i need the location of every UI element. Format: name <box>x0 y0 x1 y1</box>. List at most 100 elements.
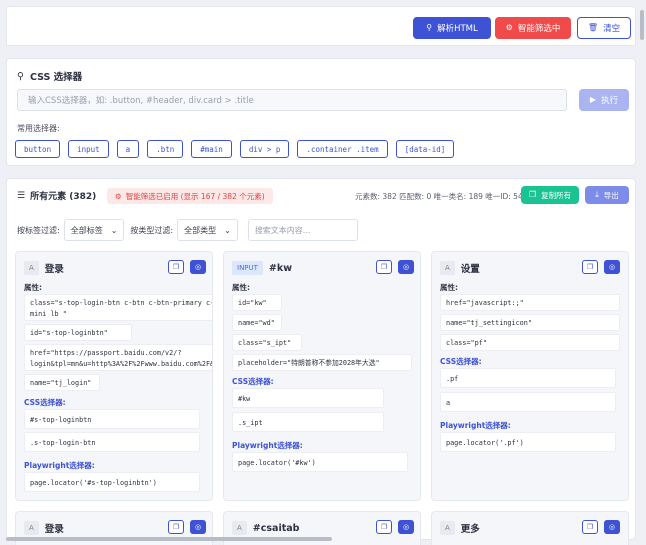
smart-filter-button[interactable]: ⚙ 智能筛选中 <box>495 17 571 39</box>
card-header: A 更多 <box>440 520 480 536</box>
card-header: A 登录 <box>24 520 64 536</box>
elements-title: ☰ 所有元素 (382) <box>17 189 97 203</box>
tag-filter-label: 按标签过滤: <box>17 225 60 235</box>
execute-label: 执行 <box>601 96 619 106</box>
css-selector-placeholder: 输入CSS选择器，如: .button, #header, div.card >… <box>28 96 254 106</box>
robot-icon: ⚙ <box>115 191 122 201</box>
copy-icon[interactable]: ❐ <box>582 260 598 274</box>
attribute-value: class="s-top-login-btn c-btn c-btn-prima… <box>24 294 212 321</box>
selector-chip[interactable]: a <box>116 140 140 158</box>
locate-icon[interactable]: ◎ <box>190 260 206 274</box>
selector-chip[interactable]: .container .item <box>297 140 388 158</box>
selector-chip[interactable]: button <box>15 140 61 158</box>
css-selector-value[interactable]: #kw <box>232 388 384 408</box>
smart-filter-status-text: 智能筛选已启用 (显示 167 / 382 个元素) <box>125 191 265 201</box>
playwright-selector-value[interactable]: page.locator('#s-top-loginbtn') <box>24 472 200 492</box>
chevron-down-icon: ⌄ <box>110 225 118 235</box>
copy-icon[interactable]: ❐ <box>376 520 392 534</box>
copy-all-button[interactable]: ❐ 复制所有 <box>521 186 579 204</box>
card-header: INPUT #kw <box>232 260 292 276</box>
attributes-label: 属性: <box>24 283 42 292</box>
clear-button[interactable]: 🗑 清空 <box>577 17 631 39</box>
card-header: A #csaitab <box>232 520 299 536</box>
parse-html-button[interactable]: ⚲ 解析HTML <box>413 17 491 39</box>
attribute-value: class="pf" <box>440 334 620 351</box>
tag-filter-select[interactable]: 全部标签 ⌄ <box>63 219 125 241</box>
css-selector-value[interactable]: #s-top-loginbtn <box>24 409 200 429</box>
card-title: 更多 <box>460 524 480 535</box>
vertical-scrollbar[interactable] <box>640 10 644 40</box>
css-selectors-label: CSS选择器: <box>232 377 274 386</box>
search-icon: ⚲ <box>426 23 433 32</box>
playwright-selector-value[interactable]: page.locator('#kw') <box>232 452 408 472</box>
type-filter-select[interactable]: 全部类型 ⌄ <box>177 219 238 241</box>
attributes-label: 属性: <box>440 283 458 292</box>
css-selector-value[interactable]: .s-top-login-btn <box>24 432 200 452</box>
card-title: 登录 <box>44 524 64 535</box>
card-title: 设置 <box>460 264 480 275</box>
type-filter-label: 按类型过滤: <box>130 225 174 235</box>
elements-title-text: 所有元素 (382) <box>30 192 97 202</box>
selector-chip[interactable]: .btn <box>147 140 184 158</box>
attribute-value: id="s-top-loginbtn" <box>24 324 132 341</box>
list-icon: ☰ <box>17 190 26 201</box>
horizontal-scrollbar[interactable] <box>6 537 332 541</box>
export-button[interactable]: ⤓ 导出 <box>585 186 629 204</box>
smart-filter-status-badge: ⚙ 智能筛选已启用 (显示 167 / 382 个元素) <box>107 188 273 204</box>
css-selector-value[interactable]: a <box>440 392 616 412</box>
css-selector-input[interactable]: 输入CSS选择器，如: .button, #header, div.card >… <box>17 89 567 111</box>
copy-icon[interactable]: ❐ <box>168 520 184 534</box>
locate-icon[interactable]: ◎ <box>190 520 206 534</box>
text-search-input[interactable]: 搜索文本内容... <box>247 219 358 241</box>
css-selector-title-text: CSS 选择器 <box>29 72 83 83</box>
attribute-value: class="s_ipt" <box>232 334 302 351</box>
playwright-selectors-label: Playwright选择器: <box>24 461 95 470</box>
css-selectors-label: CSS选择器: <box>440 357 482 366</box>
parse-html-label: 解析HTML <box>437 24 478 34</box>
locate-icon[interactable]: ◎ <box>604 520 620 534</box>
search-icon: ⚲ <box>17 70 24 82</box>
element-card: A 设置 ❐ ◎ 属性: href="javascript:;" name="t… <box>431 251 629 501</box>
export-label: 导出 <box>603 190 619 200</box>
card-title: #kw <box>268 262 292 274</box>
selector-chip[interactable]: [data-id] <box>395 140 455 158</box>
clear-label: 清空 <box>603 24 621 34</box>
elements-panel: ☰ 所有元素 (382) ⚙ 智能筛选已启用 (显示 167 / 382 个元素… <box>6 178 636 545</box>
selector-chip[interactable]: input <box>68 140 109 158</box>
copy-icon[interactable]: ❐ <box>376 260 392 274</box>
copy-icon[interactable]: ❐ <box>582 520 598 534</box>
attribute-value: href="javascript:;" <box>440 294 620 311</box>
top-toolbar: ⚲ 解析HTML ⚙ 智能筛选中 🗑 清空 <box>6 6 636 46</box>
css-selector-value[interactable]: .pf <box>440 368 616 388</box>
card-header: A 设置 <box>440 260 480 276</box>
type-filter-value: 全部类型 <box>184 225 217 235</box>
css-selector-title: ⚲ CSS 选择器 <box>17 69 83 84</box>
copy-icon[interactable]: ❐ <box>168 260 184 274</box>
copy-icon: ❐ <box>528 190 537 199</box>
element-stats: 元素数: 382 匹配数: 0 唯一类名: 189 唯一ID: 54 <box>355 192 523 201</box>
copy-all-label: 复制所有 <box>541 190 572 200</box>
robot-icon: ⚙ <box>505 23 513 32</box>
tag-badge: A <box>24 261 39 275</box>
locate-icon[interactable]: ◎ <box>604 260 620 274</box>
locate-icon[interactable]: ◎ <box>398 520 414 534</box>
trash-icon: 🗑 <box>587 23 599 32</box>
attribute-value: name="tj_settingicon" <box>440 314 620 331</box>
card-header: A 登录 <box>24 260 64 276</box>
selector-chip[interactable]: #main <box>191 140 232 158</box>
tag-badge: A <box>232 521 247 535</box>
attribute-value: name="tj_login" <box>24 374 100 391</box>
tag-badge: A <box>440 261 455 275</box>
playwright-selector-value[interactable]: page.locator('.pf') <box>440 432 616 452</box>
attribute-value: href="https://passport.baidu.com/v2/? lo… <box>24 344 212 371</box>
locate-icon[interactable]: ◎ <box>398 260 414 274</box>
common-selector-chips: button input a .btn #main div > p .conta… <box>15 140 455 158</box>
play-icon: ▶ <box>589 95 597 104</box>
playwright-selectors-label: Playwright选择器: <box>232 441 303 450</box>
text-search-placeholder: 搜索文本内容... <box>254 225 311 235</box>
selector-chip[interactable]: div > p <box>239 140 290 158</box>
execute-button[interactable]: ▶ 执行 <box>579 89 629 111</box>
card-title: #csaitab <box>252 522 300 534</box>
css-selector-value[interactable]: .s_ipt <box>232 412 384 432</box>
tag-filter-value: 全部标签 <box>70 225 103 235</box>
